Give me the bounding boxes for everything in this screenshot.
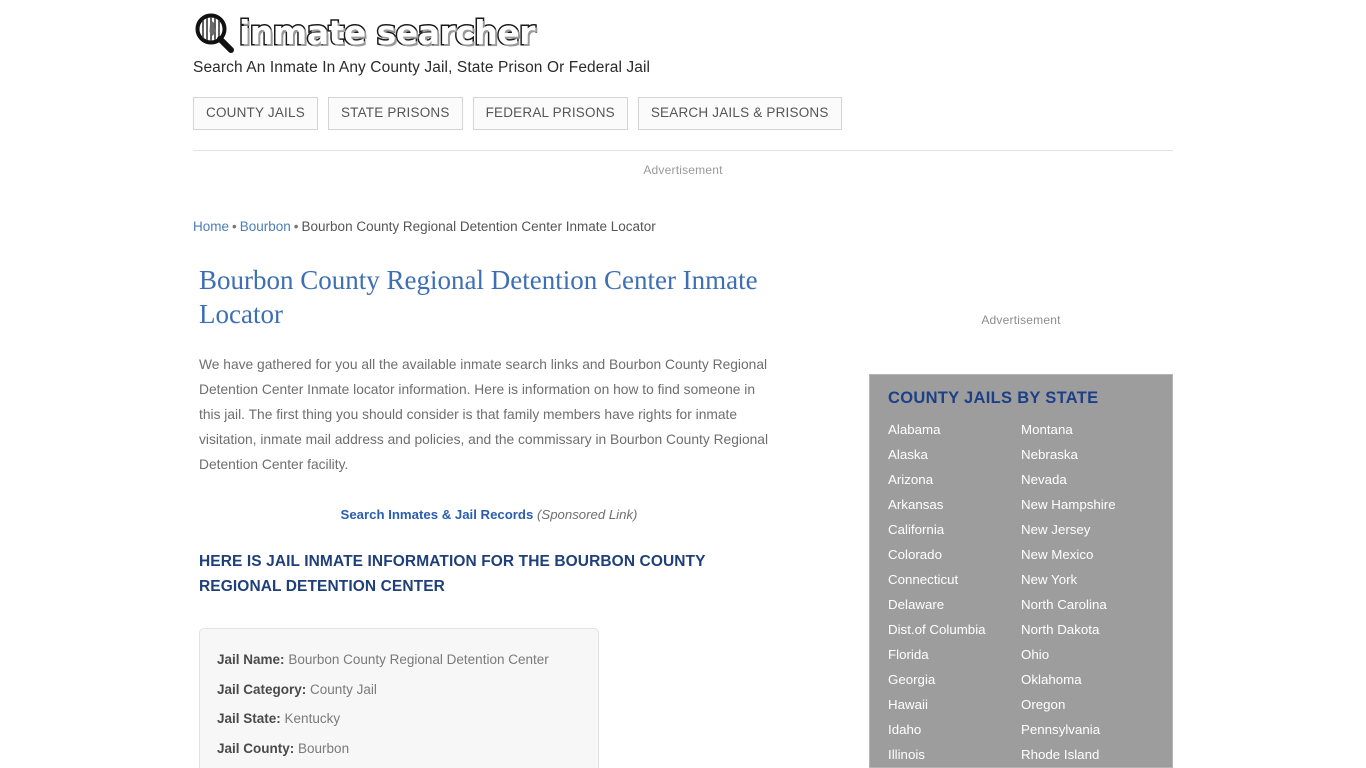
logo-block[interactable]: inmate searcher [193,0,1173,56]
state-link-florida[interactable]: Florida [888,642,1021,667]
page-root: inmate searcher Search An Inmate In Any … [0,0,1366,768]
state-link-alaska[interactable]: Alaska [888,442,1021,467]
jail-name-label: Jail Name: [217,652,285,667]
nav-search-jails-prisons[interactable]: SEARCH JAILS & PRISONS [637,97,842,130]
jail-state-label: Jail State: [217,711,281,726]
breadcrumb-home-link[interactable]: Home [193,219,229,234]
state-link-north-carolina[interactable]: North Carolina [1021,592,1154,617]
state-link-arizona[interactable]: Arizona [888,467,1021,492]
magnifier-jail-icon [193,12,235,54]
section-heading: HERE IS JAIL INMATE INFORMATION FOR THE … [199,553,706,595]
state-link-delaware[interactable]: Delaware [888,592,1021,617]
breadcrumb-separator-1: • [232,219,237,234]
state-link-new-mexico[interactable]: New Mexico [1021,542,1154,567]
jail-info-row-category: Jail Category: County Jail [217,675,581,705]
state-link-idaho[interactable]: Idaho [888,717,1021,742]
main-content: Bourbon County Regional Detention Center… [199,263,799,768]
header-divider [193,149,1173,151]
main-navigation: COUNTY JAILS STATE PRISONS FEDERAL PRISO… [193,97,1173,130]
state-link-illinois[interactable]: Illinois [888,742,1021,767]
jail-name-value: Bourbon County Regional Detention Center [288,652,549,667]
jail-info-box: Jail Name: Bourbon County Regional Deten… [199,628,599,768]
sponsored-link-row: Search Inmates & Jail Records (Sponsored… [199,507,779,522]
breadcrumb-current: Bourbon County Regional Detention Center… [301,219,656,234]
state-link-hawaii[interactable]: Hawaii [888,692,1021,717]
site-header: inmate searcher Search An Inmate In Any … [193,0,1173,159]
nav-state-prisons[interactable]: STATE PRISONS [327,97,463,130]
state-link-georgia[interactable]: Georgia [888,667,1021,692]
state-link-oklahoma[interactable]: Oklahoma [1021,667,1154,692]
states-panel-title: COUNTY JAILS BY STATE [888,389,1099,407]
breadcrumb-county-link[interactable]: Bourbon [240,219,291,234]
intro-paragraph: We have gathered for you all the availab… [199,357,769,472]
sponsored-link-note: (Sponsored Link) [537,507,638,522]
breadcrumb-separator-2: • [293,219,299,234]
jail-category-value: County Jail [310,681,377,697]
state-link-pennsylvania[interactable]: Pennsylvania [1021,717,1154,742]
page-title: Bourbon County Regional Detention Center… [199,265,758,329]
breadcrumb: Home • Bourbon • Bourbon County Regional Det… [193,219,656,234]
state-link-nebraska[interactable]: Nebraska [1021,442,1154,467]
state-link-ohio[interactable]: Ohio [1021,642,1154,667]
state-link-connecticut[interactable]: Connecticut [888,567,1021,592]
site-tagline: Search An Inmate In Any County Jail, Sta… [193,59,651,76]
jail-state-value: Kentucky [284,711,341,726]
states-column-left: Alabama Alaska Arizona Arkansas Californ… [888,417,1021,767]
right-advertisement-label: Advertisement [981,313,1061,327]
state-link-colorado[interactable]: Colorado [888,542,1021,567]
state-link-nevada[interactable]: Nevada [1021,467,1154,492]
state-link-new-jersey[interactable]: New Jersey [1021,517,1154,542]
state-link-arkansas[interactable]: Arkansas [888,492,1021,517]
state-link-new-york[interactable]: New York [1021,567,1154,592]
state-link-california[interactable]: California [888,517,1021,542]
jail-info-row-name: Jail Name: Bourbon County Regional Deten… [217,645,581,675]
jail-county-label: Jail County: [217,740,295,756]
nav-county-jails[interactable]: COUNTY JAILS [193,97,318,130]
site-logo-text: inmate searcher [238,12,537,54]
jail-info-row-city: City: Paris [217,763,581,768]
state-link-alabama[interactable]: Alabama [888,417,1021,442]
state-link-oregon[interactable]: Oregon [1021,692,1154,717]
states-column-right: Montana Nebraska Nevada New Hampshire Ne… [1021,417,1154,767]
state-link-new-hampshire[interactable]: New Hampshire [1021,492,1154,517]
jail-category-label: Jail Category: [217,681,307,697]
jail-info-row-county: Jail County: Bourbon [217,734,581,764]
county-jails-by-state-panel: COUNTY JAILS BY STATE Alabama Alaska Ari… [869,374,1173,768]
state-link-dist-of-columbia[interactable]: Dist.of Columbia [888,617,1021,642]
state-link-rhode-island[interactable]: Rhode Island [1021,742,1154,767]
jail-info-row-state: Jail State: Kentucky [217,704,581,734]
nav-federal-prisons[interactable]: FEDERAL PRISONS [472,97,628,130]
top-advertisement-label: Advertisement [643,163,723,177]
search-inmates-records-link[interactable]: Search Inmates & Jail Records [341,507,534,522]
state-link-montana[interactable]: Montana [1021,417,1154,442]
jail-county-value: Bourbon [298,740,350,756]
state-link-north-dakota[interactable]: North Dakota [1021,617,1154,642]
states-columns: Alabama Alaska Arizona Arkansas Californ… [888,417,1154,767]
